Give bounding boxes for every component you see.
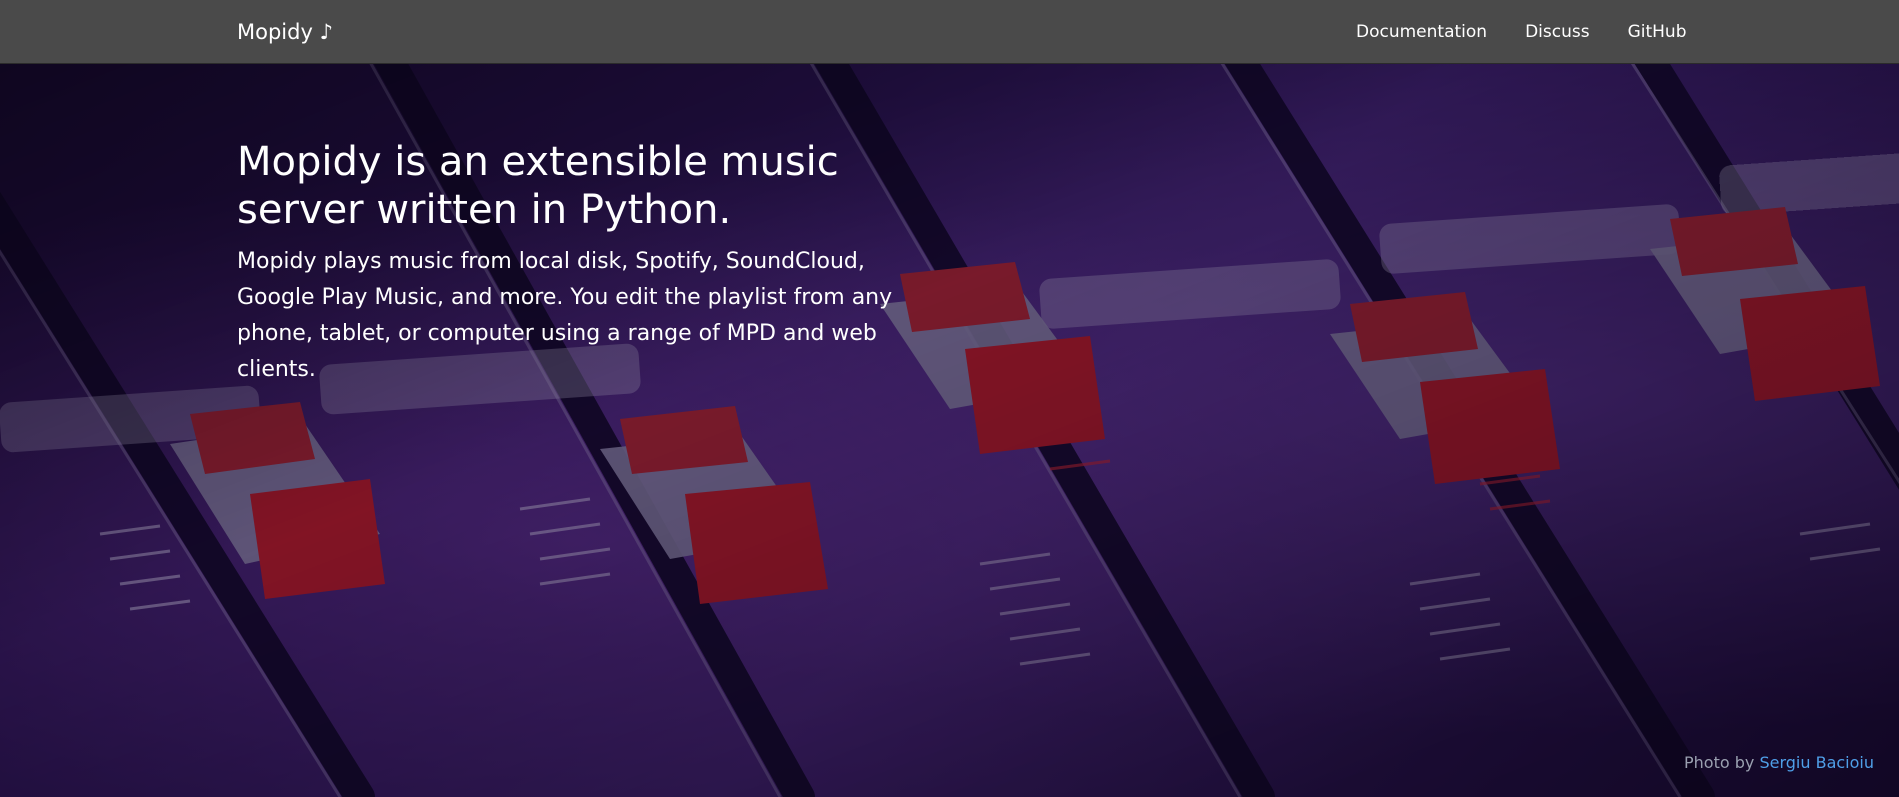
nav-link-documentation[interactable]: Documentation bbox=[1356, 21, 1487, 43]
photo-credit-author-link[interactable]: Sergiu Bacioiu bbox=[1759, 753, 1874, 772]
photo-credit: Photo by Sergiu Bacioiu bbox=[1684, 753, 1874, 773]
hero-title: Mopidy is an extensible music server wri… bbox=[237, 139, 839, 233]
hero-copy: Mopidy is an extensible music server wri… bbox=[237, 138, 937, 388]
main-nav: Documentation Discuss GitHub bbox=[1356, 21, 1687, 43]
nav-link-github[interactable]: GitHub bbox=[1628, 21, 1687, 43]
top-navbar: Mopidy ♪ Documentation Discuss GitHub bbox=[0, 0, 1899, 64]
brand-logo-link[interactable]: Mopidy ♪ bbox=[237, 18, 333, 46]
hero-subtitle: Mopidy plays music from local disk, Spot… bbox=[237, 249, 893, 382]
nav-link-discuss[interactable]: Discuss bbox=[1525, 21, 1590, 43]
photo-credit-prefix: Photo by bbox=[1684, 753, 1755, 772]
hero-section: Mopidy is an extensible music server wri… bbox=[0, 64, 1899, 797]
